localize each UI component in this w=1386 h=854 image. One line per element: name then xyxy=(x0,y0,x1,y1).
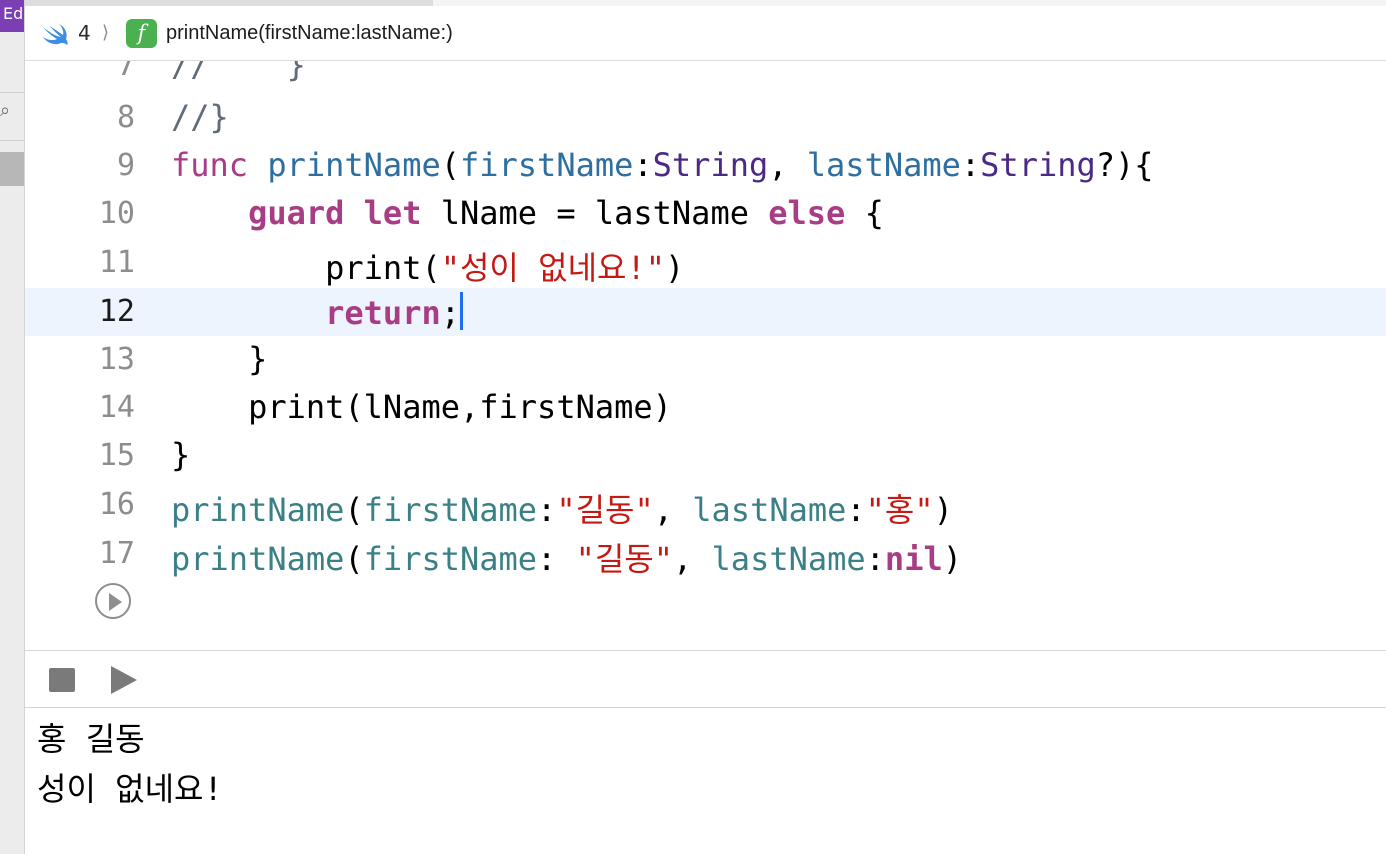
line-number: 8 xyxy=(116,100,135,135)
code-line[interactable]: 17 printName(firstName: "길동", lastName:n… xyxy=(25,530,1386,578)
current-code-line[interactable]: 12 return; xyxy=(25,288,1386,336)
line-number: 11 xyxy=(98,245,135,280)
execute-playground-button[interactable] xyxy=(95,583,131,619)
code-line[interactable]: 11 print("성이 없네요!") xyxy=(25,239,1386,287)
code-text: printName(firstName: "길동", lastName:nil) xyxy=(171,540,962,578)
code-text: printName(firstName:"길동", lastName:"홍") xyxy=(171,491,953,529)
code-text: print(lName,firstName) xyxy=(171,388,672,426)
line-number: 16 xyxy=(98,487,135,522)
code-line[interactable]: 7 // } xyxy=(25,61,1386,90)
sidebar-divider xyxy=(0,140,24,141)
code-line[interactable]: 14 print(lName,firstName) xyxy=(25,384,1386,432)
code-line[interactable]: 13 } xyxy=(25,336,1386,384)
code-text: guard let lName = lastName else { xyxy=(248,194,884,232)
chevron-right-icon: ⟩ xyxy=(102,22,110,43)
run-button[interactable] xyxy=(111,666,137,694)
line-number: 12 xyxy=(98,294,135,329)
code-line[interactable]: 10 guard let lName = lastName else { xyxy=(25,190,1386,238)
code-editor: 4 ⟩ f printName(firstName:lastName:) 7 /… xyxy=(25,0,1386,854)
jump-bar: 4 ⟩ f printName(firstName:lastName:) xyxy=(25,6,1386,61)
console-line: 홍 길동 xyxy=(37,720,145,758)
jump-bar-function-name[interactable]: printName(firstName:lastName:) xyxy=(166,20,453,46)
line-number: 7 xyxy=(116,61,135,83)
console-output: 홍 길동 성이 없네요! xyxy=(25,708,1386,854)
console-line: 성이 없네요! xyxy=(37,770,223,808)
code-text: } xyxy=(171,340,268,378)
code-text: //} xyxy=(171,98,229,136)
sidebar-tab-fragment[interactable]: Ed xyxy=(0,0,24,32)
code-text: } xyxy=(171,436,191,474)
line-number: 10 xyxy=(98,196,135,231)
code-text: print("성이 없네요!") xyxy=(171,249,685,287)
line-number: 13 xyxy=(98,342,135,377)
code-line[interactable]: 9 func printName(firstName:String, lastN… xyxy=(25,142,1386,190)
code-text: // } xyxy=(171,61,306,84)
line-number: 15 xyxy=(98,438,135,473)
stop-button[interactable] xyxy=(49,668,75,692)
debug-bar xyxy=(25,650,1386,708)
code-text: func printName(firstName:String, lastNam… xyxy=(171,146,1154,184)
code-line[interactable]: 15 } xyxy=(25,432,1386,480)
code-area[interactable]: 7 // } 8 //} 9 func printName(firstName:… xyxy=(25,61,1386,649)
code-line[interactable]: 16 printName(firstName:"길동", lastName:"홍… xyxy=(25,481,1386,529)
sidebar-selected-row[interactable] xyxy=(0,152,24,186)
swift-icon[interactable] xyxy=(41,22,69,46)
line-number: 9 xyxy=(116,148,135,183)
search-icon[interactable]: ⌕ xyxy=(0,100,24,130)
code-text: return; xyxy=(171,292,463,332)
line-number: 14 xyxy=(98,390,135,425)
code-line[interactable]: 8 //} xyxy=(25,94,1386,142)
function-symbol-icon: f xyxy=(126,19,157,48)
line-number: 17 xyxy=(98,536,135,571)
left-sidebar-strip: Ed ⌕ xyxy=(0,0,25,854)
sidebar-divider xyxy=(0,92,24,93)
jump-bar-count[interactable]: 4 xyxy=(78,20,91,46)
play-icon xyxy=(109,593,122,611)
text-cursor xyxy=(459,292,463,330)
